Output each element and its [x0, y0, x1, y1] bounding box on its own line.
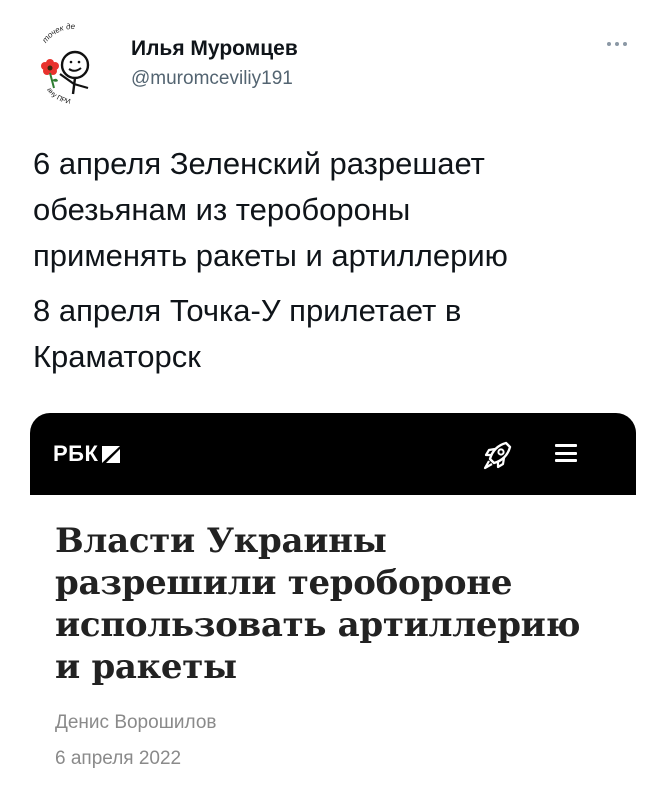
article-headline[interactable]: Власти Украины разрешили теробороне испо…	[55, 520, 615, 688]
tweet-text-paragraph-2: 8 апреля Точка-У прилетает в Краматорск	[33, 293, 462, 374]
rbk-header: РБК	[30, 413, 636, 495]
more-dot	[607, 42, 611, 46]
avatar-drawing-icon: точек де ану ПРИ	[31, 22, 113, 106]
link-preview-card[interactable]: РБК Власти Украины разрешили теробороне …	[30, 413, 636, 800]
rbk-slash-mark-icon	[102, 445, 121, 463]
hamburger-menu-icon[interactable]	[555, 444, 577, 462]
rbk-logo[interactable]: РБК	[53, 441, 121, 467]
more-dot	[623, 42, 627, 46]
author-handle[interactable]: @muromceviliy191	[131, 68, 293, 90]
menu-line	[555, 459, 577, 462]
author-avatar[interactable]: точек де ану ПРИ	[30, 22, 114, 106]
more-options-icon[interactable]	[603, 38, 631, 50]
tweet-text-paragraph-1: 6 апреля Зеленский разрешает обезьянам и…	[33, 146, 508, 273]
menu-line	[555, 451, 577, 455]
article-date: 6 апреля 2022	[55, 748, 182, 769]
rbk-logo-text: РБК	[53, 441, 99, 466]
more-dot	[615, 42, 619, 46]
rocket-icon[interactable]	[480, 437, 516, 473]
menu-line	[555, 444, 577, 447]
author-name[interactable]: Илья Муромцев	[131, 37, 298, 61]
article-author: Денис Ворошилов	[55, 712, 217, 733]
